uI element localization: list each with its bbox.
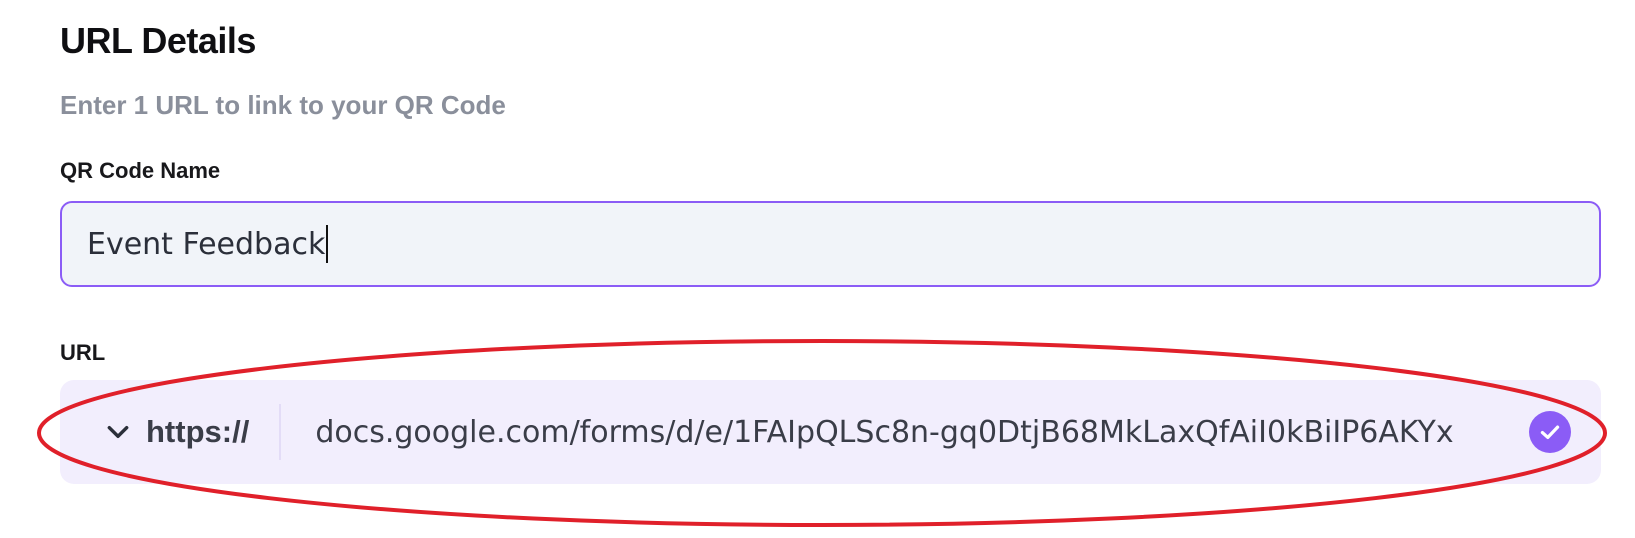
qr-code-name-input[interactable]: Event Feedback — [60, 201, 1601, 287]
url-label: URL — [60, 340, 106, 365]
text-caret — [326, 225, 329, 263]
section-subtitle: Enter 1 URL to link to your QR Code — [60, 90, 506, 120]
chevron-down-icon — [104, 418, 132, 446]
protocol-dropdown[interactable]: https:// — [60, 404, 282, 460]
check-circle-icon — [1529, 411, 1571, 453]
url-input[interactable]: docs.google.com/forms/d/e/1FAIpQLSc8n-gq… — [281, 380, 1529, 484]
url-value: docs.google.com/forms/d/e/1FAIpQLSc8n-gq… — [315, 414, 1454, 450]
section-title: URL Details — [60, 20, 256, 61]
qr-code-name-label: QR Code Name — [60, 158, 221, 183]
url-details-panel: URL Details Enter 1 URL to link to your … — [0, 0, 1635, 538]
protocol-value: https:// — [146, 414, 250, 449]
url-field-row: https:// docs.google.com/forms/d/e/1FAIp… — [60, 380, 1601, 484]
qr-code-name-value: Event Feedback — [87, 226, 326, 262]
